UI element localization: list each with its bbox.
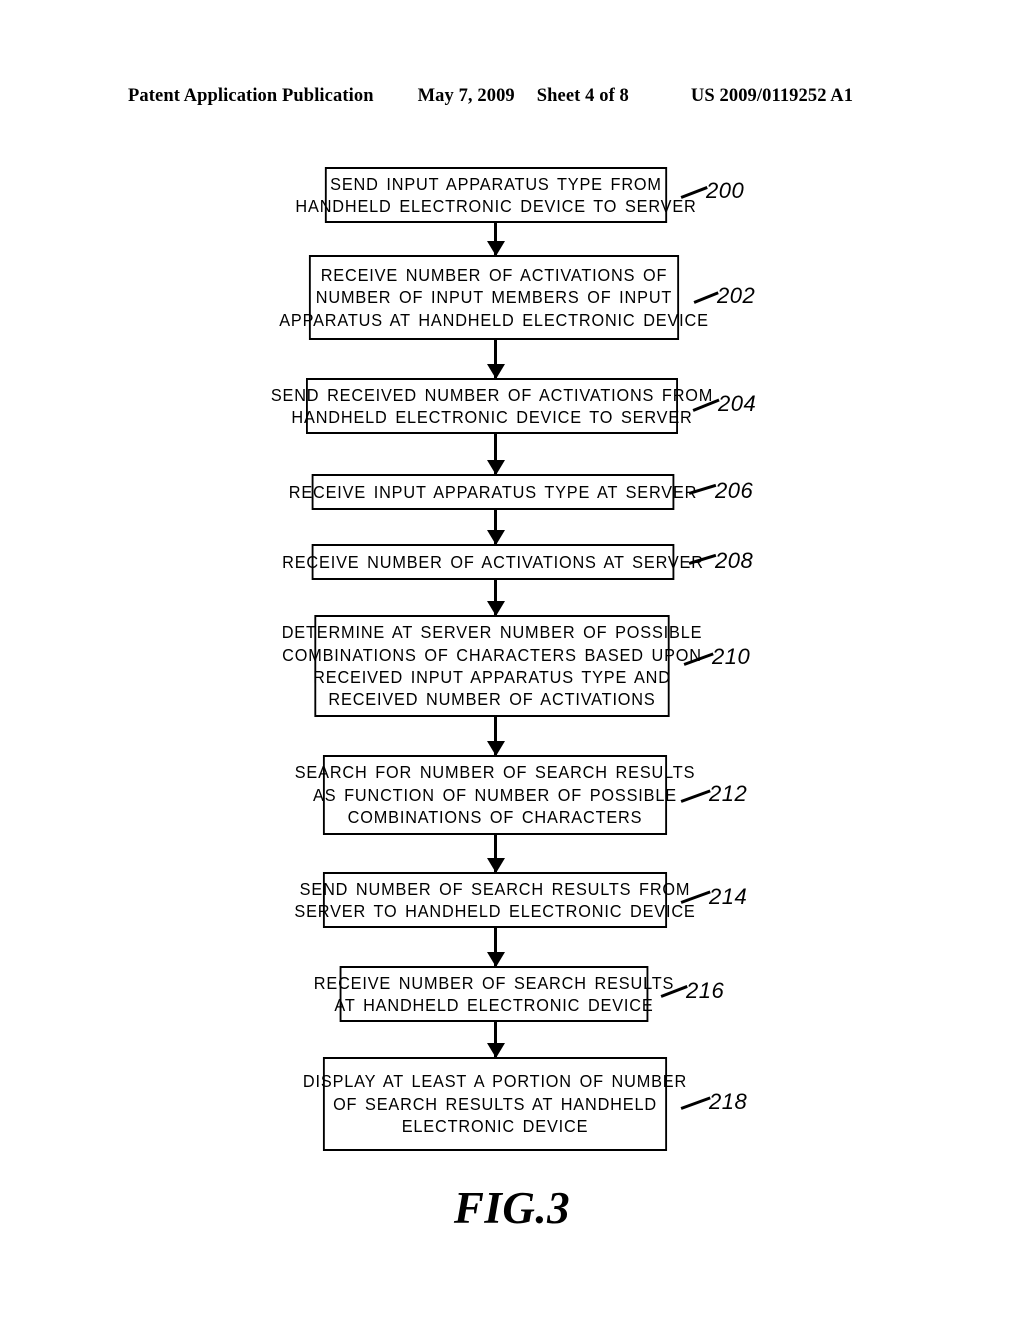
step-line: COMBINATIONS OF CHARACTERS <box>347 807 643 828</box>
flowchart-step-208: RECEIVE NUMBER OF ACTIVATIONS AT SERVER <box>282 544 703 580</box>
reference-numeral-210: 210 <box>712 644 751 669</box>
step-line: RECEIVED NUMBER OF ACTIVATIONS <box>328 689 656 710</box>
flowchart-step-204: SEND RECEIVED NUMBER OF ACTIVATIONS FROM… <box>271 378 712 434</box>
flowchart-step-218: DISPLAY AT LEAST A PORTION OF NUMBER OF … <box>303 1057 686 1151</box>
step-line: AT HANDHELD ELECTRONIC DEVICE <box>334 995 654 1015</box>
flowchart-step-210: DETERMINE AT SERVER NUMBER OF POSSIBLE C… <box>282 615 701 717</box>
step-line: COMBINATIONS OF CHARACTERS BASED UPON <box>282 644 702 665</box>
step-line: SEND NUMBER OF SEARCH RESULTS FROM <box>299 878 691 899</box>
step-line: SERVER TO HANDHELD ELECTRONIC DEVICE <box>294 901 696 921</box>
flowchart-step-206: RECEIVE INPUT APPARATUS TYPE AT SERVER <box>289 474 696 510</box>
reference-leader-line <box>680 1096 711 1110</box>
flow-arrow-icon <box>486 434 505 475</box>
flow-arrow-icon <box>486 510 505 545</box>
step-line: RECEIVE NUMBER OF SEARCH RESULTS <box>313 972 675 993</box>
reference-numeral-204: 204 <box>718 391 757 416</box>
reference-numeral-216: 216 <box>686 978 725 1003</box>
reference-numeral-202: 202 <box>717 283 756 308</box>
step-line: HANDHELD ELECTRONIC DEVICE TO SERVER <box>291 407 693 427</box>
flow-arrow-icon <box>486 717 505 756</box>
step-line: DETERMINE AT SERVER NUMBER OF POSSIBLE <box>281 622 703 643</box>
step-line: DISPLAY AT LEAST A PORTION OF NUMBER <box>302 1071 688 1092</box>
flowchart-step-212: SEARCH FOR NUMBER OF SEARCH RESULTS AS F… <box>295 755 694 835</box>
flow-arrow-icon <box>486 340 505 379</box>
reference-leader-line <box>693 291 719 304</box>
step-line: NUMBER OF INPUT MEMBERS OF INPUT <box>315 287 673 308</box>
step-line: ELECTRONIC DEVICE <box>401 1116 589 1137</box>
step-line: RECEIVE NUMBER OF ACTIVATIONS OF <box>320 264 668 285</box>
flowchart-step-216: RECEIVE NUMBER OF SEARCH RESULTS AT HAND… <box>314 966 673 1022</box>
figure-caption: FIG.3 <box>453 1183 571 1233</box>
reference-numeral-208: 208 <box>715 548 754 573</box>
reference-numeral-212: 212 <box>709 781 748 806</box>
flow-arrow-icon <box>486 223 505 256</box>
step-line: SEND RECEIVED NUMBER OF ACTIVATIONS FROM <box>270 384 714 405</box>
step-line: RECEIVE NUMBER OF ACTIVATIONS AT SERVER <box>282 551 704 572</box>
flow-arrow-icon <box>486 835 505 873</box>
reference-numeral-206: 206 <box>715 478 754 503</box>
flow-arrow-icon <box>486 1022 505 1058</box>
reference-numeral-218: 218 <box>709 1089 748 1114</box>
step-line: SEARCH FOR NUMBER OF SEARCH RESULTS <box>294 762 696 783</box>
flowchart-step-202: RECEIVE NUMBER OF ACTIVATIONS OF NUMBER … <box>279 255 708 340</box>
step-line: RECEIVED INPUT APPARATUS TYPE AND <box>313 667 671 687</box>
step-line: OF SEARCH RESULTS AT HANDHELD <box>333 1093 657 1114</box>
reference-numeral-214: 214 <box>709 884 748 909</box>
reference-numeral-200: 200 <box>706 178 745 203</box>
step-line: SEND INPUT APPARATUS TYPE FROM <box>330 173 662 194</box>
step-line: HANDHELD ELECTRONIC DEVICE TO SERVER <box>295 196 697 216</box>
reference-leader-line <box>680 789 711 803</box>
flowchart-step-214: SEND NUMBER OF SEARCH RESULTS FROM SERVE… <box>294 872 695 928</box>
step-line: RECEIVE INPUT APPARATUS TYPE AT SERVER <box>288 481 698 502</box>
step-line: APPARATUS AT HANDHELD ELECTRONIC DEVICE <box>279 309 709 330</box>
flow-arrow-icon <box>486 928 505 967</box>
flowchart-step-200: SEND INPUT APPARATUS TYPE FROM HANDHELD … <box>295 167 696 223</box>
flow-arrow-icon <box>486 580 505 616</box>
step-line: AS FUNCTION OF NUMBER OF POSSIBLE <box>313 784 677 805</box>
flowchart-figure: SEND INPUT APPARATUS TYPE FROM HANDHELD … <box>0 0 1024 1320</box>
